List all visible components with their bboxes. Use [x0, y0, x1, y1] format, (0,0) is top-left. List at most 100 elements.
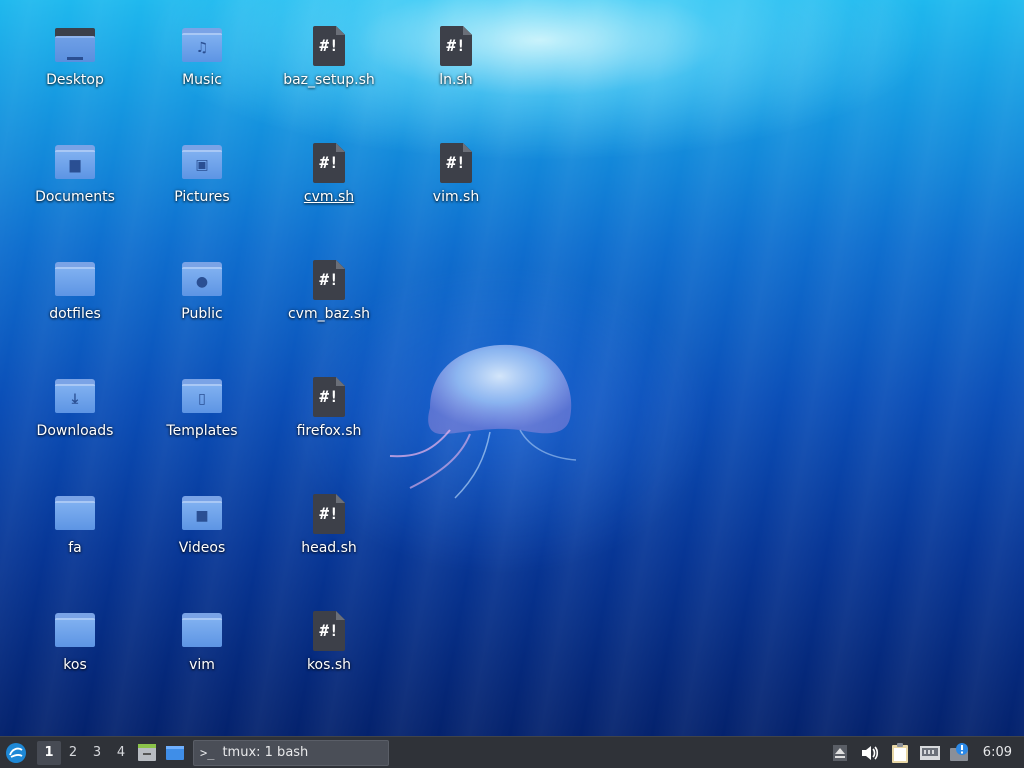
script-shebang-mark: #! — [319, 36, 339, 55]
desktop-item-label: ln.sh — [439, 72, 473, 88]
show-desktop-button[interactable] — [161, 739, 189, 767]
script-shebang-mark: #! — [319, 270, 339, 289]
clipboard-icon — [891, 742, 908, 763]
network-button[interactable] — [915, 739, 945, 767]
eject-icon — [832, 744, 847, 761]
desktop-item-label: Desktop — [46, 72, 104, 88]
shell-script-icon: #! — [307, 375, 351, 419]
desktop-item-documents[interactable]: ▆ Documents — [20, 139, 130, 219]
update-notifier-button[interactable] — [945, 739, 975, 767]
eject-button[interactable] — [825, 739, 855, 767]
terminal-icon: >_ — [200, 745, 215, 760]
file-manager-icon — [138, 743, 156, 761]
folder-glyph: ⤓ — [71, 391, 79, 407]
music-folder-icon: ♫ — [180, 24, 224, 68]
lubuntu-logo-icon — [6, 742, 26, 763]
workspace-3-button[interactable]: 3 — [85, 741, 109, 765]
videos-folder-icon: ■ — [180, 492, 224, 536]
desktop-item-downloads[interactable]: ⤓ Downloads — [20, 373, 130, 453]
public-folder-icon: ● — [180, 258, 224, 302]
desktop-item-label: head.sh — [301, 540, 357, 556]
shell-script-icon: #! — [434, 141, 478, 185]
desktop-item-label: cvm.sh — [303, 189, 355, 205]
desktop-item-label: Documents — [35, 189, 115, 205]
task-tmux-bash[interactable]: >_ tmux: 1 bash — [193, 739, 389, 766]
desktop-item-public[interactable]: ● Public — [147, 256, 257, 336]
volume-icon — [861, 745, 878, 760]
desktop-item-label: Templates — [166, 423, 238, 439]
desktop-item-label: firefox.sh — [296, 423, 362, 439]
script-shebang-mark: #! — [319, 153, 339, 172]
desktop-item-baz-setup-sh[interactable]: #! baz_setup.sh — [274, 22, 384, 102]
folder-glyph: ■ — [195, 508, 209, 524]
desktop-item-videos[interactable]: ■ Videos — [147, 490, 257, 570]
taskbar: 1 2 3 4 >_ tmux: 1 bash 6:09 — [0, 736, 1024, 768]
workspace-2-button[interactable]: 2 — [61, 741, 85, 765]
script-shebang-mark: #! — [319, 387, 339, 406]
folder-glyph: ▯ — [198, 391, 206, 407]
folder-glyph: ♫ — [195, 40, 209, 56]
folder-icon — [53, 609, 97, 653]
volume-button[interactable] — [855, 739, 885, 767]
shell-script-icon: #! — [307, 492, 351, 536]
clipboard-button[interactable] — [885, 739, 915, 767]
desktop-item-kos[interactable]: kos — [20, 607, 130, 687]
desktop-item-label: cvm_baz.sh — [287, 306, 371, 322]
desktop-item-label: fa — [68, 540, 82, 556]
templates-folder-icon: ▯ — [180, 375, 224, 419]
downloads-folder-icon: ⤓ — [53, 375, 97, 419]
desktop-item-label: Videos — [178, 540, 226, 556]
folder-glyph: ▣ — [195, 157, 209, 173]
desktop-item-head-sh[interactable]: #! head.sh — [274, 490, 384, 570]
desktop-item-music[interactable]: ♫ Music — [147, 22, 257, 102]
desktop-item-label: Music — [182, 72, 222, 88]
start-menu-button[interactable] — [1, 738, 31, 768]
file-manager-launcher[interactable] — [133, 739, 161, 767]
shell-script-icon: #! — [307, 141, 351, 185]
desktop-item-label: vim — [189, 657, 215, 673]
workspace-1-button[interactable]: 1 — [37, 740, 61, 765]
network-icon — [919, 745, 940, 760]
clock[interactable]: 6:09 — [975, 745, 1024, 760]
desktop-item-cvm-baz-sh[interactable]: #! cvm_baz.sh — [274, 256, 384, 336]
desktop-item-templates[interactable]: ▯ Templates — [147, 373, 257, 453]
script-shebang-mark: #! — [319, 504, 339, 523]
folder-glyph: ▆ — [69, 157, 81, 173]
shell-script-icon: #! — [307, 258, 351, 302]
desktop-icon-area: Desktop ♫ Music #! baz_setup.sh #! ln.sh ▆ Docum… — [0, 0, 1024, 736]
desktop-item-label: Pictures — [174, 189, 230, 205]
script-shebang-mark: #! — [319, 621, 339, 640]
task-label: tmux: 1 bash — [222, 745, 309, 760]
desktop-item-label: dotfiles — [49, 306, 101, 322]
desktop-item-label: vim.sh — [432, 189, 480, 205]
desktop-item-label: kos.sh — [306, 657, 352, 673]
folder-glyph: ● — [195, 274, 209, 290]
desktop-folder-icon — [53, 24, 97, 68]
script-shebang-mark: #! — [446, 36, 466, 55]
folder-icon — [53, 492, 97, 536]
folder-icon — [180, 609, 224, 653]
desktop-item-fa[interactable]: fa — [20, 490, 130, 570]
desktop-item-vim[interactable]: vim — [147, 607, 257, 687]
shell-script-icon: #! — [434, 24, 478, 68]
desktop-item-firefox-sh[interactable]: #! firefox.sh — [274, 373, 384, 453]
script-shebang-mark: #! — [446, 153, 466, 172]
desktop-item-label: Downloads — [36, 423, 114, 439]
show-desktop-icon — [166, 745, 184, 760]
desktop-item-label: Public — [181, 306, 223, 322]
desktop-item-label: kos — [63, 657, 87, 673]
desktop-item-label: baz_setup.sh — [283, 72, 375, 88]
desktop-item-desktop[interactable]: Desktop — [20, 22, 130, 102]
desktop-item-vim-sh[interactable]: #! vim.sh — [401, 139, 511, 219]
system-tray: 6:09 — [825, 737, 1024, 768]
desktop-item-dotfiles[interactable]: dotfiles — [20, 256, 130, 336]
desktop-item-pictures[interactable]: ▣ Pictures — [147, 139, 257, 219]
folder-icon — [53, 258, 97, 302]
shell-script-icon: #! — [307, 609, 351, 653]
desktop-item-ln-sh[interactable]: #! ln.sh — [401, 22, 511, 102]
desktop-item-cvm-sh[interactable]: #! cvm.sh — [274, 139, 384, 219]
desktop-item-kos-sh[interactable]: #! kos.sh — [274, 607, 384, 687]
shell-script-icon: #! — [307, 24, 351, 68]
workspace-4-button[interactable]: 4 — [109, 741, 133, 765]
pictures-folder-icon: ▣ — [180, 141, 224, 185]
